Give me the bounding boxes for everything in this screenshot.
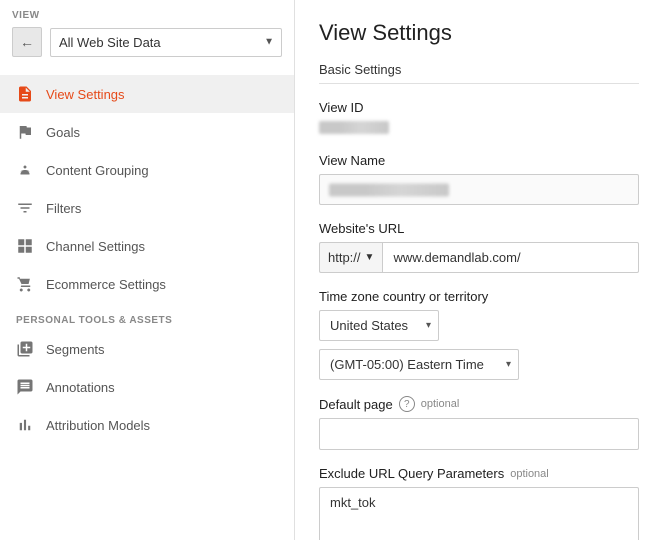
default-page-group: Default page ? optional [319,396,639,450]
sidebar-item-label-filters: Filters [46,201,81,216]
sidebar-top: VIEW ← All Web Site Data ▼ [0,0,294,75]
bar-chart-icon [16,416,34,434]
document-icon [16,85,34,103]
back-button[interactable]: ← [12,27,42,57]
sidebar-item-segments[interactable]: Segments [0,330,294,368]
cart-icon [16,275,34,293]
view-section-label: VIEW [12,10,282,21]
timezone-row: United States (GMT-05:00) Eastern Time [319,310,639,380]
grid-icon [16,237,34,255]
timezone-dropdown-wrapper: (GMT-05:00) Eastern Time [319,349,519,380]
view-select[interactable]: All Web Site Data [50,28,282,57]
annotations-icon [16,378,34,396]
exclude-url-label: Exclude URL Query Parameters optional [319,466,639,481]
url-input[interactable] [382,242,639,273]
sidebar-item-label-view-settings: View Settings [46,87,125,102]
sidebar-item-filters[interactable]: Filters [0,189,294,227]
sidebar-item-label-channel-settings: Channel Settings [46,239,145,254]
sidebar-item-channel-settings[interactable]: Channel Settings [0,227,294,265]
view-name-group: View Name [319,153,639,205]
sidebar-item-view-settings[interactable]: View Settings [0,75,294,113]
view-name-blurred [329,183,449,196]
sidebar-item-label-segments: Segments [46,342,105,357]
sidebar: VIEW ← All Web Site Data ▼ View Settings [0,0,295,540]
personal-section-label: PERSONAL TOOLS & ASSETS [0,303,294,330]
default-page-optional: optional [421,398,460,410]
sidebar-item-goals[interactable]: Goals [0,113,294,151]
website-url-group: Website's URL http:// ▼ [319,221,639,273]
sidebar-item-label-attribution-models: Attribution Models [46,418,150,433]
default-page-help-icon[interactable]: ? [399,396,415,412]
country-dropdown-wrapper: United States [319,310,439,341]
sidebar-item-attribution-models[interactable]: Attribution Models [0,406,294,444]
view-select-wrapper: All Web Site Data ▼ [50,28,282,57]
url-protocol-dropdown[interactable]: http:// ▼ [319,242,382,273]
timezone-select[interactable]: (GMT-05:00) Eastern Time [319,349,519,380]
sidebar-item-label-goals: Goals [46,125,80,140]
default-page-label: Default page ? optional [319,396,639,412]
url-protocol-arrow-icon: ▼ [365,252,375,263]
exclude-optional: optional [510,468,549,480]
timezone-group: Time zone country or territory United St… [319,289,639,380]
exclude-url-input[interactable]: mkt_tok [319,487,639,540]
sidebar-item-annotations[interactable]: Annotations [0,368,294,406]
person-icon [16,161,34,179]
flag-icon [16,123,34,141]
segments-icon [16,340,34,358]
url-row: http:// ▼ [319,242,639,273]
view-name-label: View Name [319,153,639,168]
sidebar-item-label-content-grouping: Content Grouping [46,163,149,178]
view-id-group: View ID [319,100,639,137]
basic-settings-section: Basic Settings [319,62,639,84]
sidebar-item-ecommerce-settings[interactable]: Ecommerce Settings [0,265,294,303]
page-title: View Settings [319,20,639,46]
website-url-label: Website's URL [319,221,639,236]
default-page-input[interactable] [319,418,639,450]
sidebar-item-label-annotations: Annotations [46,380,115,395]
filter-icon [16,199,34,217]
timezone-label: Time zone country or territory [319,289,639,304]
back-button-row: ← All Web Site Data ▼ [12,27,282,57]
sidebar-item-content-grouping[interactable]: Content Grouping [0,151,294,189]
url-protocol-text: http:// [328,250,361,265]
country-select[interactable]: United States [319,310,439,341]
sidebar-item-label-ecommerce-settings: Ecommerce Settings [46,277,166,292]
view-id-value [319,121,389,134]
main-nav: View Settings Goals Content Grouping [0,75,294,540]
main-content: View Settings Basic Settings View ID Vie… [295,0,663,540]
exclude-url-group: Exclude URL Query Parameters optional mk… [319,466,639,540]
view-id-label: View ID [319,100,639,115]
